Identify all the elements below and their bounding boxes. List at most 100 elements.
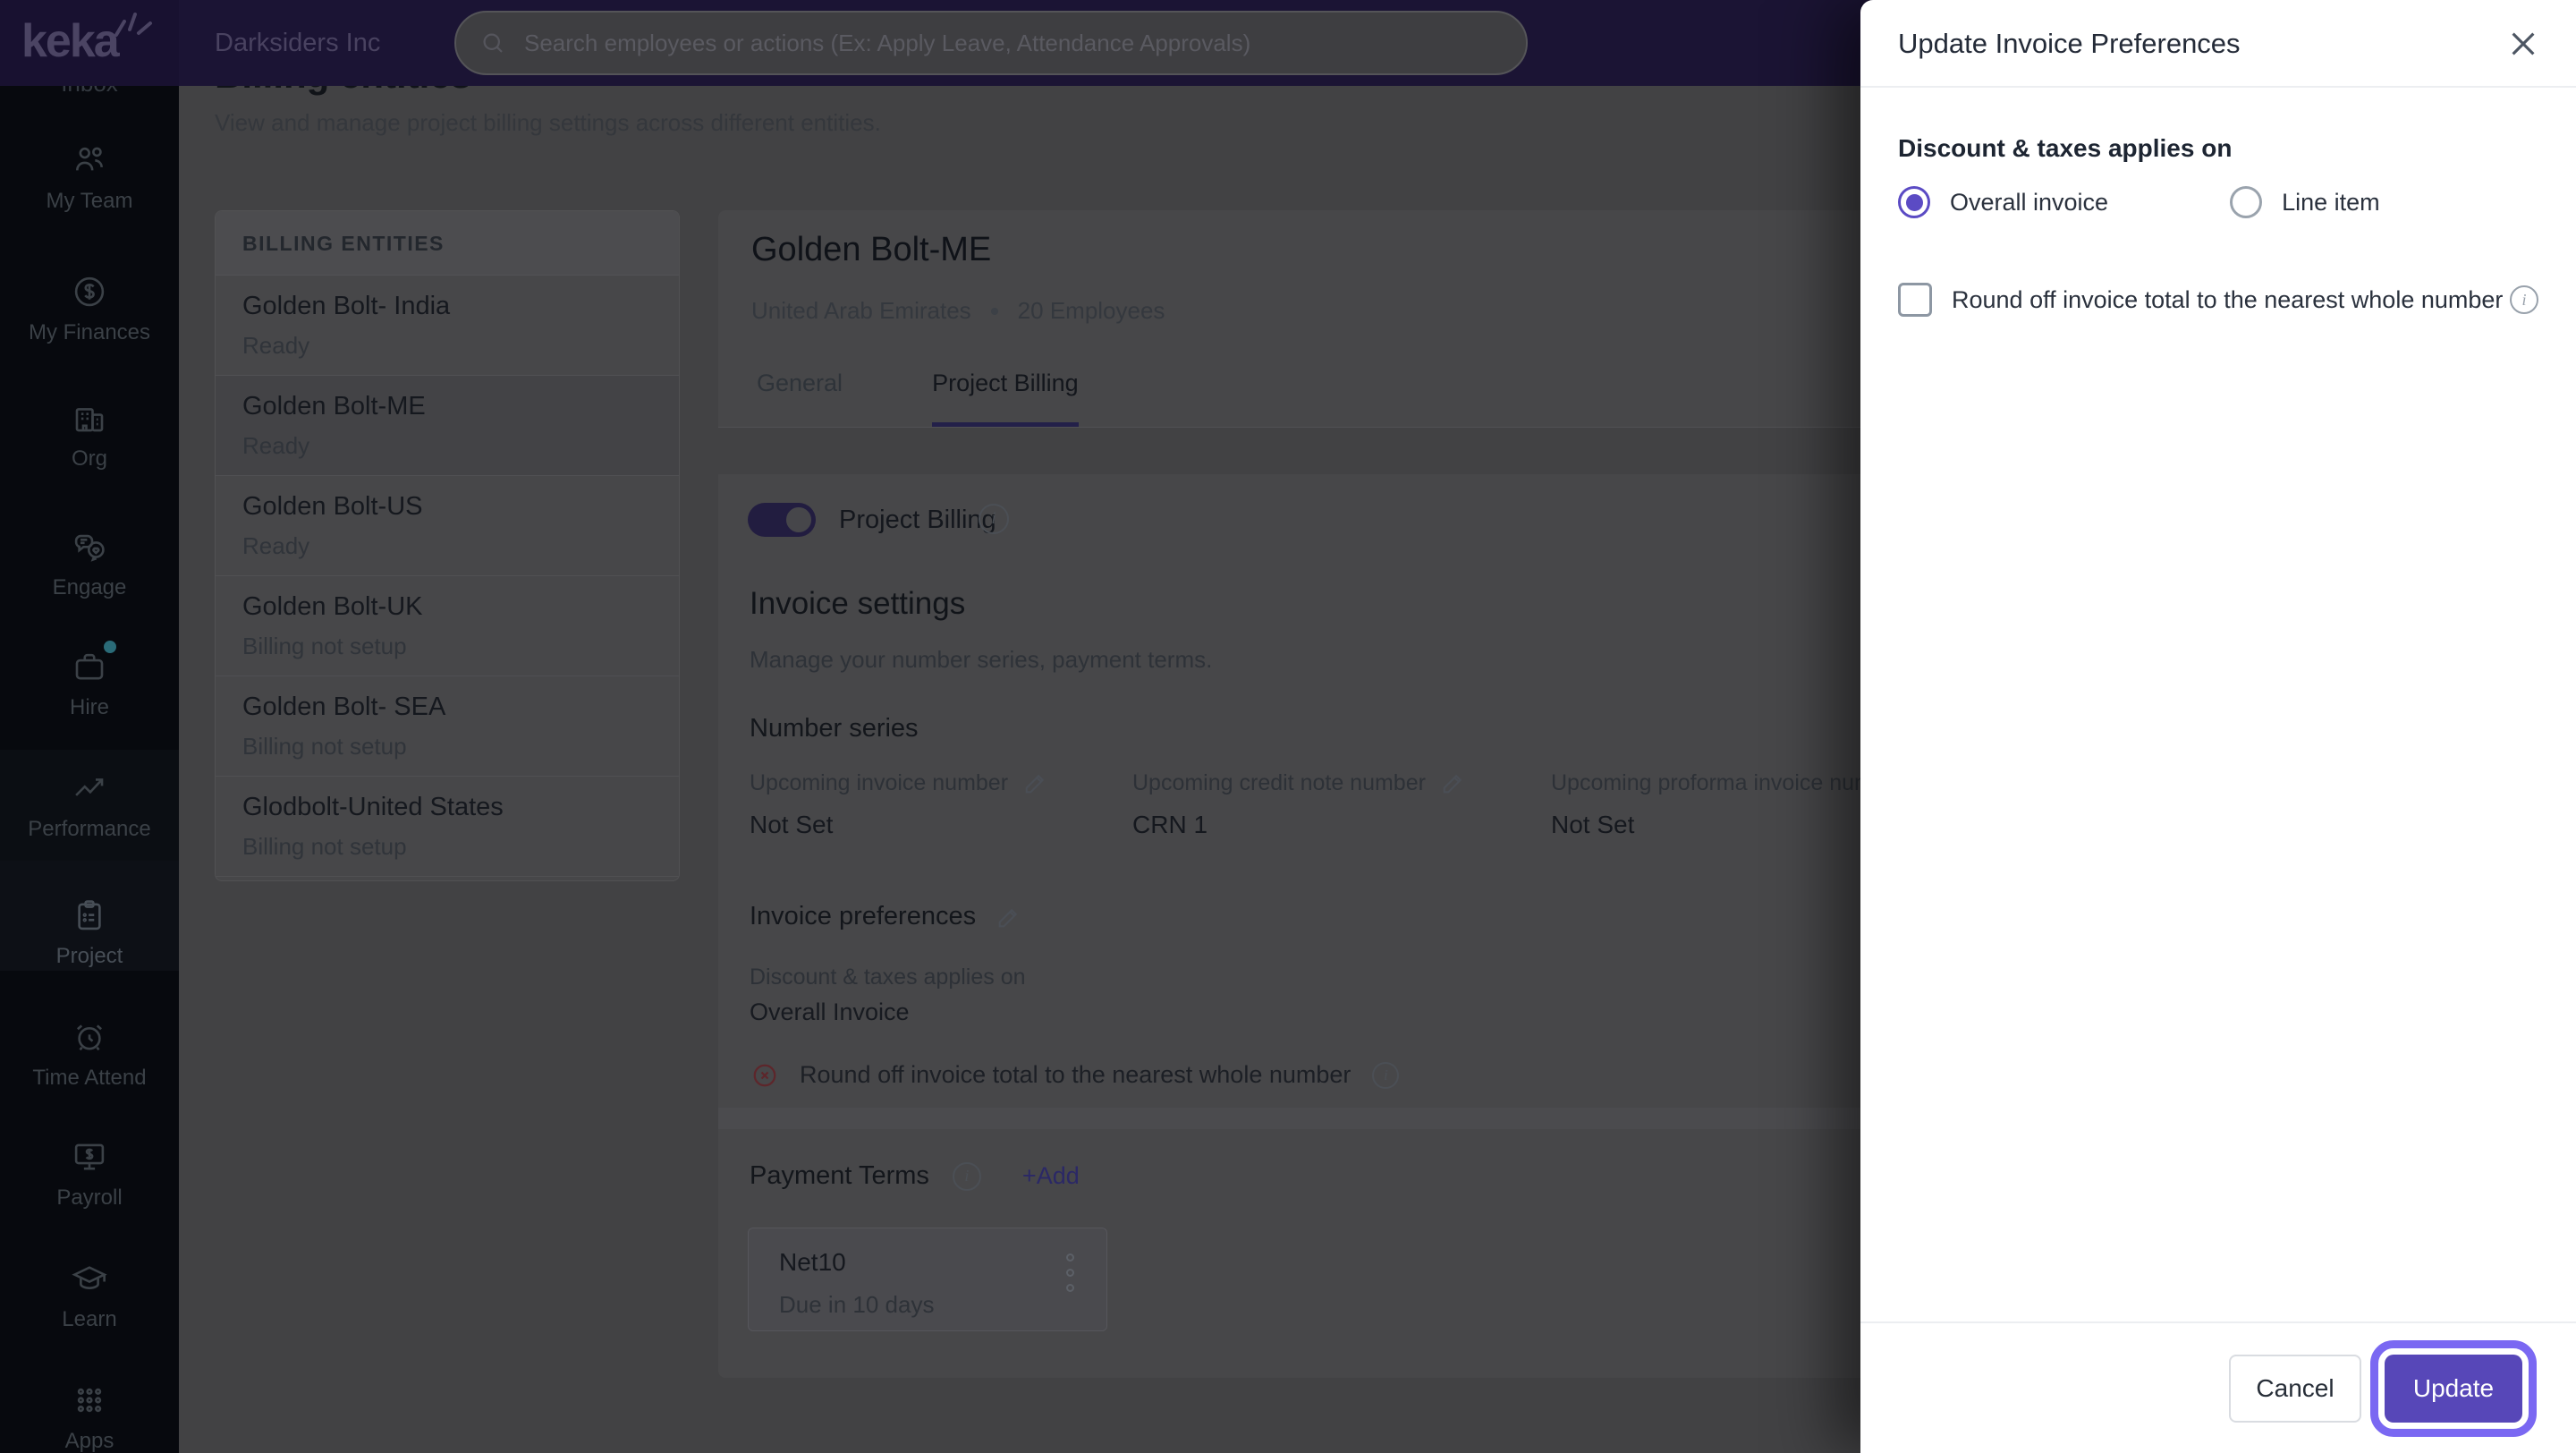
entity-detail-meta: United Arab Emirates 20 Employees (751, 297, 1165, 325)
sidebar-item-learn[interactable]: Learn (0, 1260, 179, 1332)
field-label: Upcoming invoice number (750, 769, 1009, 795)
entity-detail-name: Golden Bolt-ME (751, 231, 992, 268)
modal-header: Update Invoice Preferences (1860, 0, 2576, 88)
add-payment-term-link[interactable]: +Add (1022, 1162, 1080, 1190)
billing-entity-row[interactable]: Golden Bolt- SEA Billing not setup (216, 676, 679, 777)
entity-name: Golden Bolt- SEA (242, 693, 446, 721)
global-search[interactable] (454, 11, 1528, 75)
hire-notification-dot (104, 641, 116, 653)
number-series-title: Number series (750, 714, 919, 743)
detail-tabs: General Project Billing (757, 370, 1079, 427)
sidebar-item-inbox[interactable]: Inbox (0, 86, 179, 98)
sidebar-item-performance[interactable]: Performance (0, 769, 179, 842)
entity-status: Billing not setup (242, 733, 407, 760)
entity-status: Ready (242, 432, 310, 459)
entity-country: United Arab Emirates (751, 297, 971, 324)
radio-overall-invoice[interactable] (1898, 186, 1930, 218)
entity-employees: 20 Employees (1017, 297, 1165, 324)
sidebar-item-engage[interactable]: Engage (0, 528, 179, 600)
payment-term-item[interactable]: Net10 Due in 10 days (748, 1228, 1107, 1331)
info-icon[interactable]: i (2510, 285, 2538, 314)
roundoff-checkbox-row: Round off invoice total to the nearest w… (1898, 283, 2538, 317)
payroll-monitor-icon (74, 1143, 105, 1170)
radio-label: Line item (2282, 188, 2380, 216)
search-icon (483, 33, 503, 53)
update-invoice-preferences-modal: Update Invoice Preferences Discount & ta… (1860, 0, 2576, 1453)
entity-name: Glodbolt-United States (242, 793, 504, 821)
payment-terms-title: Payment Terms (750, 1161, 929, 1190)
briefcase-icon (75, 653, 104, 680)
field-value: CRN 1 (1132, 811, 1208, 838)
entity-name: Golden Bolt-US (242, 492, 423, 521)
sidebar-item-my-finances[interactable]: My Finances (0, 273, 179, 345)
tab-project-billing[interactable]: Project Billing (932, 370, 1079, 427)
radio-label: Overall invoice (1950, 188, 2109, 216)
dollar-circle-icon (74, 276, 105, 307)
alarm-clock-icon (77, 1024, 102, 1051)
entity-detail-header-card: Golden Bolt-ME United Arab Emirates 20 E… (718, 210, 2060, 428)
toggle-knob (784, 506, 813, 534)
billing-entity-row[interactable]: Golden Bolt-US Ready (216, 476, 679, 576)
page-subtitle: View and manage project billing settings… (215, 109, 881, 136)
info-icon[interactable]: i (1372, 1061, 1400, 1089)
invoice-settings-title: Invoice settings (750, 586, 966, 621)
roundoff-status-row: Round off invoice total to the nearest w… (751, 1061, 1400, 1089)
roundoff-text: Round off invoice total to the nearest w… (800, 1061, 1352, 1088)
invoice-settings-card: Project Billing i Invoice settings Manag… (718, 474, 2060, 1108)
project-billing-toggle-label: Project Billing (839, 506, 996, 534)
edit-pencil-icon[interactable] (1022, 769, 1049, 796)
invoice-settings-subtitle: Manage your number series, payment terms… (750, 646, 1213, 673)
number-series-field: Upcoming credit note number CRN 1 (1132, 769, 1467, 839)
entity-status: Ready (242, 332, 310, 359)
invoice-preferences-title: Invoice preferences (750, 902, 1022, 931)
building-icon (75, 408, 104, 432)
field-label: Upcoming proforma invoice number (1551, 769, 1906, 795)
info-icon[interactable]: i (979, 504, 1009, 534)
field-value: Not Set (750, 811, 834, 838)
close-icon[interactable] (2504, 25, 2542, 63)
entity-name: Golden Bolt- India (242, 292, 451, 320)
graduation-cap-icon (72, 1266, 107, 1289)
sidebar: Inbox My Team My Finances Org Engage Hir… (0, 86, 179, 1453)
entity-name: Golden Bolt-ME (242, 392, 426, 421)
company-name: Darksiders Inc (215, 29, 381, 57)
billing-entity-row[interactable]: Golden Bolt- India Ready (216, 276, 679, 376)
project-billing-toggle[interactable] (748, 503, 816, 537)
chat-heart-icon (74, 534, 105, 562)
logo-block[interactable]: keka (0, 0, 179, 86)
modal-footer: Cancel Update (1860, 1321, 2576, 1453)
billing-entity-row[interactable]: Glodbolt-United States Billing not setup (216, 777, 679, 877)
grid-dots-icon (77, 1388, 102, 1413)
modal-section-heading: Discount & taxes applies on (1898, 134, 2233, 162)
sidebar-item-org[interactable]: Org (0, 399, 179, 472)
logo-spark-icon (114, 13, 152, 37)
radio-line-item[interactable] (2230, 186, 2263, 218)
edit-pencil-icon[interactable] (1440, 769, 1467, 796)
entity-status: Billing not setup (242, 633, 407, 659)
sidebar-item-time-attend[interactable]: Time Attend (0, 1018, 179, 1091)
info-icon[interactable]: i (952, 1161, 981, 1191)
roundoff-checkbox[interactable] (1898, 283, 1932, 317)
section-divider (718, 1108, 2060, 1129)
billing-entity-row[interactable]: Golden Bolt-ME Ready (216, 376, 679, 476)
clipboard-icon (78, 900, 101, 930)
app-root: Billing entities View and manage project… (0, 0, 2576, 1453)
update-button[interactable]: Update (2370, 1339, 2537, 1437)
billing-entity-row[interactable]: Golden Bolt-UK Billing not setup (216, 576, 679, 676)
payment-term-name: Net10 (779, 1248, 846, 1276)
payment-terms-card: Payment Terms i +Add Net10 Due in 10 day… (718, 1129, 2060, 1378)
search-input[interactable] (522, 28, 1503, 58)
sidebar-item-hire[interactable]: Hire (0, 648, 179, 720)
sidebar-item-project[interactable]: Project (0, 896, 179, 969)
tab-general[interactable]: General (757, 370, 843, 427)
sidebar-item-apps[interactable]: Apps (0, 1381, 179, 1453)
sidebar-item-my-team[interactable]: My Team (0, 141, 179, 214)
kebab-menu-icon[interactable] (1066, 1253, 1074, 1292)
applies-on-value: Overall Invoice (750, 998, 910, 1025)
entity-status: Billing not setup (242, 833, 407, 860)
cancel-button[interactable]: Cancel (2229, 1354, 2361, 1423)
sidebar-item-payroll[interactable]: Payroll (0, 1138, 179, 1211)
entity-name: Golden Bolt-UK (242, 592, 423, 621)
edit-pencil-icon[interactable] (996, 904, 1022, 930)
applies-on-radio-group: Overall invoice Line item (1898, 186, 2380, 218)
